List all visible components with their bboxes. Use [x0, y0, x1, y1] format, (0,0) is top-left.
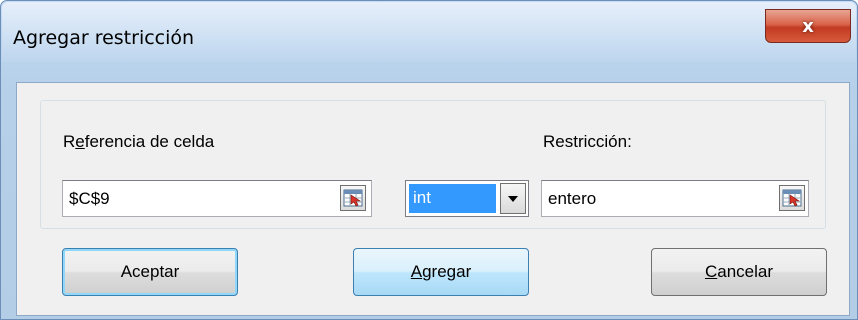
dialog-window: Agregar restricción x Referencia de celd… [0, 0, 858, 320]
operator-select[interactable]: int [405, 180, 529, 217]
close-button[interactable]: x [765, 9, 851, 43]
cell-reference-label: Referencia de celda [63, 132, 215, 151]
add-button[interactable]: Agregar [353, 248, 529, 296]
constraint-label: Restricción: [543, 132, 632, 151]
dialog-title: Agregar restricción [13, 27, 195, 49]
dropdown-arrow-icon [508, 195, 518, 202]
cell-reference-value: $C$9 [69, 189, 110, 208]
constraint-value: entero [548, 189, 597, 208]
dialog-body: Referencia de celda $C$9 int Restricción… [16, 82, 850, 316]
cancel-button[interactable]: Cancelar [651, 248, 827, 296]
cell-reference-collapse-button[interactable] [340, 185, 366, 211]
accept-button[interactable]: Aceptar [62, 248, 238, 296]
collapse-dialog-icon [782, 189, 802, 207]
constraint-collapse-button[interactable] [779, 185, 805, 211]
constraint-group: Referencia de celda $C$9 int Restricción… [40, 100, 826, 229]
cancel-button-label: Cancelar [704, 262, 774, 281]
collapse-dialog-icon [343, 189, 363, 207]
operator-dropdown-button[interactable] [500, 183, 526, 214]
close-icon: x [802, 15, 814, 37]
add-button-label: Agregar [410, 262, 472, 281]
operator-selected-value: int [409, 184, 496, 213]
constraint-field[interactable]: entero [541, 180, 809, 217]
cell-reference-field[interactable]: $C$9 [62, 180, 372, 217]
accept-button-label: Aceptar [120, 262, 180, 281]
